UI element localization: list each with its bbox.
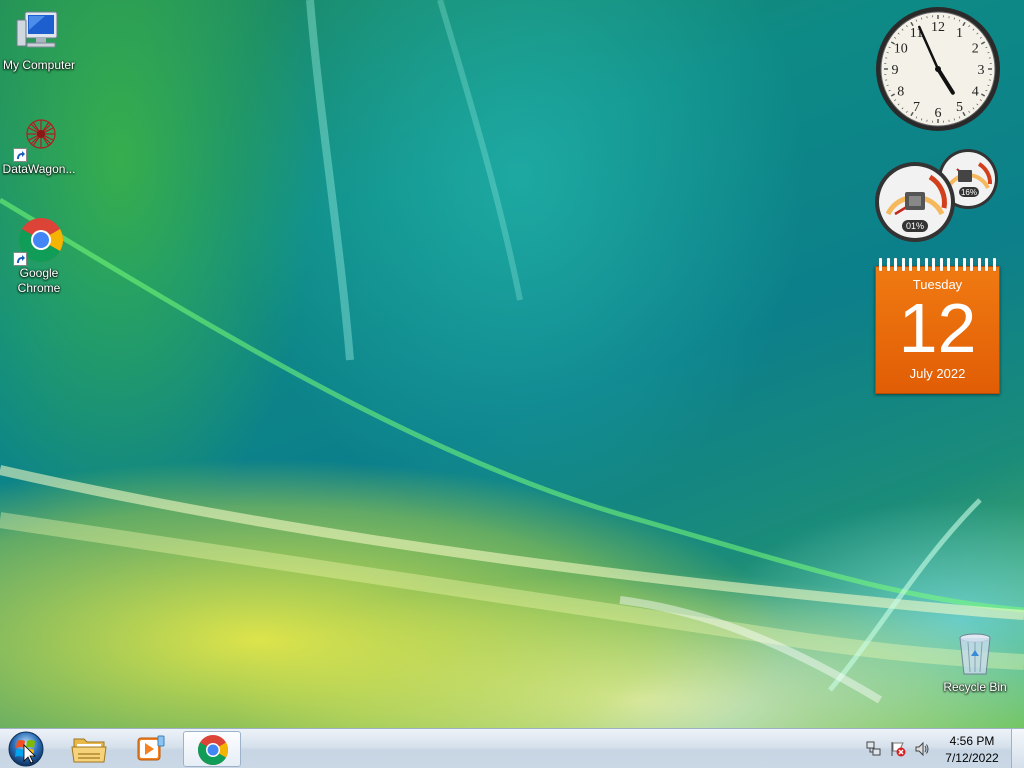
wallpaper-streaks [0,0,1024,704]
clock-numeral: 12 [931,20,945,35]
clock-numeral: 10 [894,42,908,57]
calendar-day: 12 [898,289,977,367]
cpu-meter-gadget[interactable]: 16% 01% [873,148,1001,243]
clock-numeral: 8 [897,85,904,100]
shortcut-arrow-icon [13,148,27,162]
network-icon[interactable] [866,741,882,757]
windows-start-icon [8,731,44,767]
shortcut-arrow-icon [13,252,27,266]
desktop-icon-google-chrome[interactable]: Google Chrome [1,216,77,296]
clock-numeral: 3 [978,63,985,78]
calendar-rings [879,258,996,272]
show-desktop-button[interactable] [1011,729,1024,768]
desktop-icon-datawagon[interactable]: DataWagon... [1,112,77,177]
desktop-icon-recycle-bin[interactable]: Recycle Bin [937,630,1013,695]
volume-icon[interactable] [914,741,930,757]
taskbar-explorer-button[interactable] [60,731,118,767]
recycle-bin-icon [951,630,999,678]
action-center-flag-icon[interactable] [890,741,906,757]
desktop-icon-label: DataWagon... [2,162,76,176]
calendar-page: Tuesday 12 July 2022 [875,266,1000,394]
clock-numeral: 1 [956,26,963,41]
clock-time[interactable]: 4:56 PM [932,734,1012,748]
computer-icon [15,8,63,56]
clock-numeral: 6 [935,106,942,121]
desktop[interactable]: My Computer DataWagon... Google Chrome R… [0,0,1024,728]
taskbar: 4:56 PM 7/12/2022 [0,728,1024,768]
desktop-icon-my-computer[interactable]: My Computer [1,8,77,73]
clock-numeral: 4 [972,85,979,100]
desktop-icon-label: Recycle Bin [943,680,1007,694]
desktop-icon-label: My Computer [2,58,76,72]
desktop-icon-label: Google Chrome [17,266,61,295]
clock-numeral: 5 [956,100,963,115]
clock-date[interactable]: 7/12/2022 [932,751,1012,765]
start-button[interactable] [6,730,46,768]
datawagon-icon [13,112,63,162]
folder-icon [71,738,107,763]
media-player-icon [137,735,165,761]
cpu-percent: 01% [906,221,924,231]
calendar-gadget[interactable]: Tuesday 12 July 2022 [875,258,1000,394]
clock-numeral: 7 [913,100,920,115]
chrome-icon [197,735,229,766]
clock-numeral: 2 [972,42,979,57]
clock-numeral: 9 [892,63,899,78]
taskbar-chrome-button[interactable] [183,731,241,767]
taskbar-media-player-button[interactable] [121,731,179,767]
memory-percent: 16% [961,188,977,197]
chrome-icon [13,216,63,266]
calendar-month-year: July 2022 [909,366,966,381]
clock-gadget[interactable]: 12 1 2 3 4 5 6 7 8 9 10 11 [875,6,1001,132]
